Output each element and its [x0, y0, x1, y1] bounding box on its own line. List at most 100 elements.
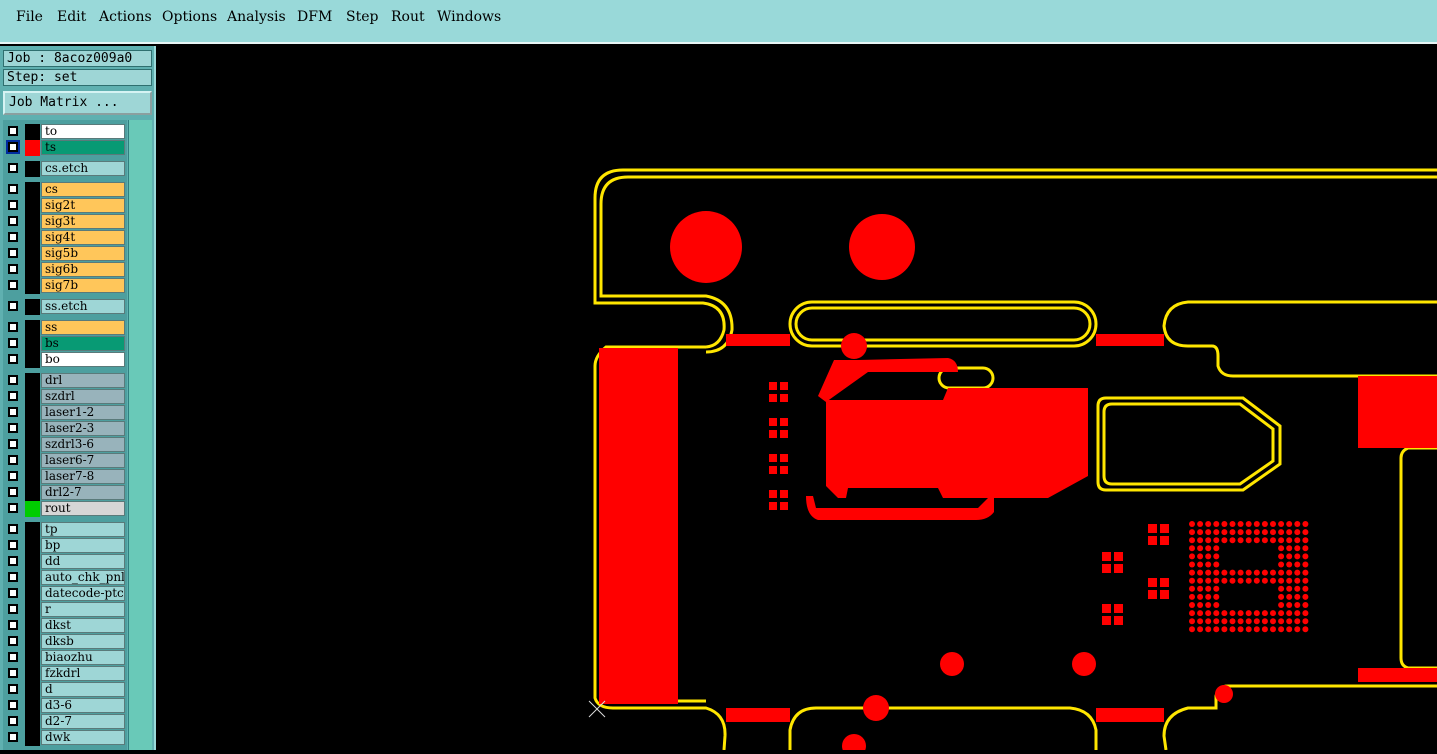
menu-analysis[interactable]: Analysis [227, 9, 286, 25]
layer-row-dksb[interactable]: dksb [3, 634, 127, 650]
layer-row-sig3t[interactable]: sig3t [3, 214, 127, 230]
layer-checkbox[interactable] [8, 556, 18, 566]
layer-name[interactable]: fzkdrl [41, 666, 125, 681]
job-matrix-button[interactable]: Job Matrix ... [3, 91, 152, 115]
layer-name[interactable]: ts [41, 140, 125, 155]
layer-name[interactable]: bs [41, 336, 125, 351]
layer-name[interactable]: drl2-7 [41, 485, 125, 500]
layer-name[interactable]: sig6b [41, 262, 125, 277]
layer-row-ss[interactable]: ss [3, 320, 127, 336]
layer-row-dkst[interactable]: dkst [3, 618, 127, 634]
layer-row-dd[interactable]: dd [3, 554, 127, 570]
layer-checkbox[interactable] [8, 540, 18, 550]
layer-name[interactable]: d [41, 682, 125, 697]
layer-row-sig7b[interactable]: sig7b [3, 278, 127, 294]
layer-name[interactable]: bo [41, 352, 125, 367]
layer-name[interactable]: sig2t [41, 198, 125, 213]
layer-row-biaozhu[interactable]: biaozhu [3, 650, 127, 666]
layer-checkbox[interactable] [8, 732, 18, 742]
layer-row-sig6b[interactable]: sig6b [3, 262, 127, 278]
layer-checkbox[interactable] [8, 391, 18, 401]
layer-row-r[interactable]: r [3, 602, 127, 618]
layer-checkbox[interactable] [8, 620, 18, 630]
layer-name[interactable]: r [41, 602, 125, 617]
layer-row-to[interactable]: to [3, 124, 127, 140]
layer-checkbox[interactable] [8, 439, 18, 449]
menu-options[interactable]: Options [162, 9, 217, 25]
layer-name[interactable]: bp [41, 538, 125, 553]
layer-name[interactable]: dd [41, 554, 125, 569]
layer-checkbox[interactable] [8, 700, 18, 710]
layer-row-szdrl[interactable]: szdrl [3, 389, 127, 405]
layer-row-drl[interactable]: drl [3, 373, 127, 389]
menu-file[interactable]: File [16, 9, 43, 25]
layer-row-ss.etch[interactable]: ss.etch [3, 299, 127, 315]
menu-rout[interactable]: Rout [391, 9, 425, 25]
layer-checkbox[interactable] [8, 487, 18, 497]
layer-checkbox[interactable] [8, 455, 18, 465]
menu-actions[interactable]: Actions [99, 9, 152, 25]
graphics-canvas[interactable] [158, 46, 1437, 754]
layer-row-szdrl3-6[interactable]: szdrl3-6 [3, 437, 127, 453]
layer-row-drl2-7[interactable]: drl2-7 [3, 485, 127, 501]
layer-name[interactable]: d3-6 [41, 698, 125, 713]
layer-checkbox[interactable] [8, 572, 18, 582]
layer-name[interactable]: ss.etch [41, 299, 125, 314]
layer-row-sig2t[interactable]: sig2t [3, 198, 127, 214]
layer-checkbox[interactable] [8, 684, 18, 694]
layer-checkbox[interactable] [8, 216, 18, 226]
layer-checkbox[interactable] [8, 322, 18, 332]
layer-checkbox[interactable] [8, 338, 18, 348]
layer-checkbox[interactable] [8, 604, 18, 614]
layer-name[interactable]: cs [41, 182, 125, 197]
layer-name[interactable]: dkst [41, 618, 125, 633]
layer-name[interactable]: to [41, 124, 125, 139]
layer-name[interactable]: laser1-2 [41, 405, 125, 420]
layer-name[interactable]: d2-7 [41, 714, 125, 729]
layer-name[interactable]: szdrl [41, 389, 125, 404]
layer-checkbox[interactable] [8, 232, 18, 242]
layer-checkbox[interactable] [8, 471, 18, 481]
layer-name[interactable]: sig5b [41, 246, 125, 261]
layer-list-scrollbar[interactable] [128, 120, 152, 750]
layer-row-sig5b[interactable]: sig5b [3, 246, 127, 262]
layer-row-tp[interactable]: tp [3, 522, 127, 538]
layer-row-bs[interactable]: bs [3, 336, 127, 352]
layer-checkbox[interactable] [8, 588, 18, 598]
layer-row-bp[interactable]: bp [3, 538, 127, 554]
layer-checkbox[interactable] [8, 652, 18, 662]
layer-name[interactable]: tp [41, 522, 125, 537]
layer-row-laser6-7[interactable]: laser6-7 [3, 453, 127, 469]
layer-row-d[interactable]: d [3, 682, 127, 698]
layer-row-ts[interactable]: ts [3, 140, 127, 156]
layer-name[interactable]: szdrl3-6 [41, 437, 125, 452]
layer-checkbox[interactable] [8, 668, 18, 678]
layer-name[interactable]: sig7b [41, 278, 125, 293]
layer-row-cs.etch[interactable]: cs.etch [3, 161, 127, 177]
layer-row-laser7-8[interactable]: laser7-8 [3, 469, 127, 485]
layer-checkbox[interactable] [8, 280, 18, 290]
layer-name[interactable]: rout [41, 501, 125, 516]
layer-checkbox[interactable] [8, 163, 18, 173]
menu-edit[interactable]: Edit [57, 9, 86, 25]
layer-name[interactable]: drl [41, 373, 125, 388]
layer-checkbox[interactable] [8, 264, 18, 274]
layer-row-auto_chk_pnl[interactable]: auto_chk_pnl [3, 570, 127, 586]
layer-row-rout[interactable]: rout [3, 501, 127, 517]
layer-row-datecode-ptc[interactable]: datecode-ptc [3, 586, 127, 602]
layer-row-cs[interactable]: cs [3, 182, 127, 198]
layer-checkbox[interactable] [8, 407, 18, 417]
layer-name[interactable]: dwk [41, 730, 125, 745]
menu-step[interactable]: Step [346, 9, 378, 25]
layer-checkbox[interactable] [8, 126, 18, 136]
layer-row-laser2-3[interactable]: laser2-3 [3, 421, 127, 437]
layer-row-fzkdrl[interactable]: fzkdrl [3, 666, 127, 682]
layer-name[interactable]: biaozhu [41, 650, 125, 665]
layer-name[interactable]: laser6-7 [41, 453, 125, 468]
layer-row-d3-6[interactable]: d3-6 [3, 698, 127, 714]
menu-dfm[interactable]: DFM [297, 9, 332, 25]
layer-checkbox[interactable] [8, 636, 18, 646]
layer-checkbox[interactable] [8, 503, 18, 513]
layer-name[interactable]: sig4t [41, 230, 125, 245]
layer-checkbox[interactable] [8, 354, 18, 364]
